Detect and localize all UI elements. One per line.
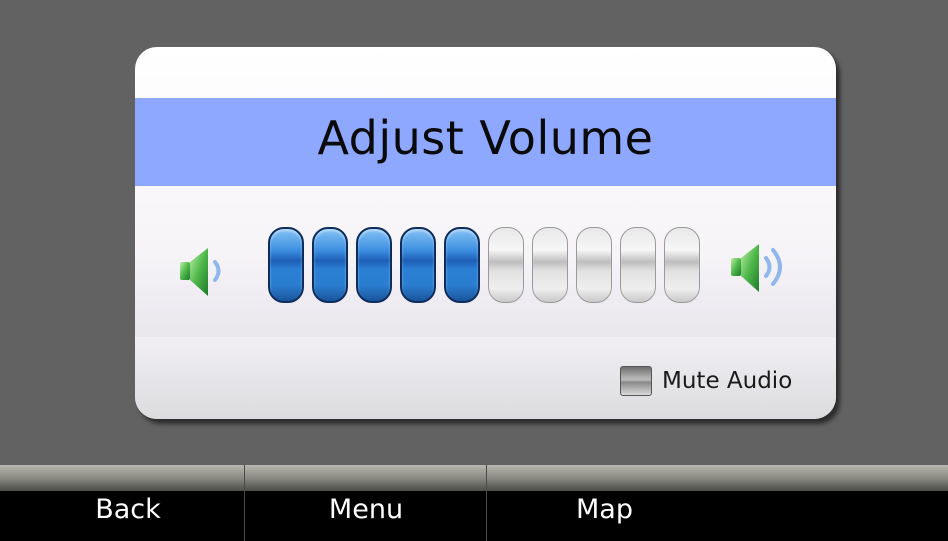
volume-level-segment[interactable] [444, 227, 480, 303]
map-label: Map [576, 494, 633, 525]
volume-level-segment[interactable] [620, 227, 656, 303]
volume-level-segment[interactable] [356, 227, 392, 303]
volume-level-segment[interactable] [268, 227, 304, 303]
menu-label: Menu [328, 494, 404, 525]
mute-audio-toggle[interactable]: Mute Audio [620, 364, 792, 398]
volume-level-segment[interactable] [532, 227, 568, 303]
volume-level-segment[interactable] [664, 227, 700, 303]
speaker-low-icon[interactable] [176, 242, 240, 302]
volume-level-segment[interactable] [488, 227, 524, 303]
volume-level-segment[interactable] [400, 227, 436, 303]
volume-level-segment[interactable] [312, 227, 348, 303]
back-button[interactable]: Back [0, 465, 245, 541]
mute-checkbox[interactable] [620, 366, 652, 396]
title-band: Adjust Volume [135, 98, 836, 186]
dialog-title: Adjust Volume [317, 111, 654, 165]
bottom-nav-bar: Back Menu Map [0, 465, 948, 541]
volume-level-slider[interactable] [268, 225, 712, 307]
volume-level-segment[interactable] [576, 227, 612, 303]
menu-button[interactable]: Menu [246, 465, 487, 541]
map-button[interactable]: Map [488, 465, 948, 541]
back-label: Back [95, 494, 161, 525]
volume-screen: Adjust Volume Mute Audio Back Menu Map [0, 0, 948, 541]
mute-label: Mute Audio [662, 368, 793, 394]
speaker-high-icon[interactable] [727, 234, 791, 294]
